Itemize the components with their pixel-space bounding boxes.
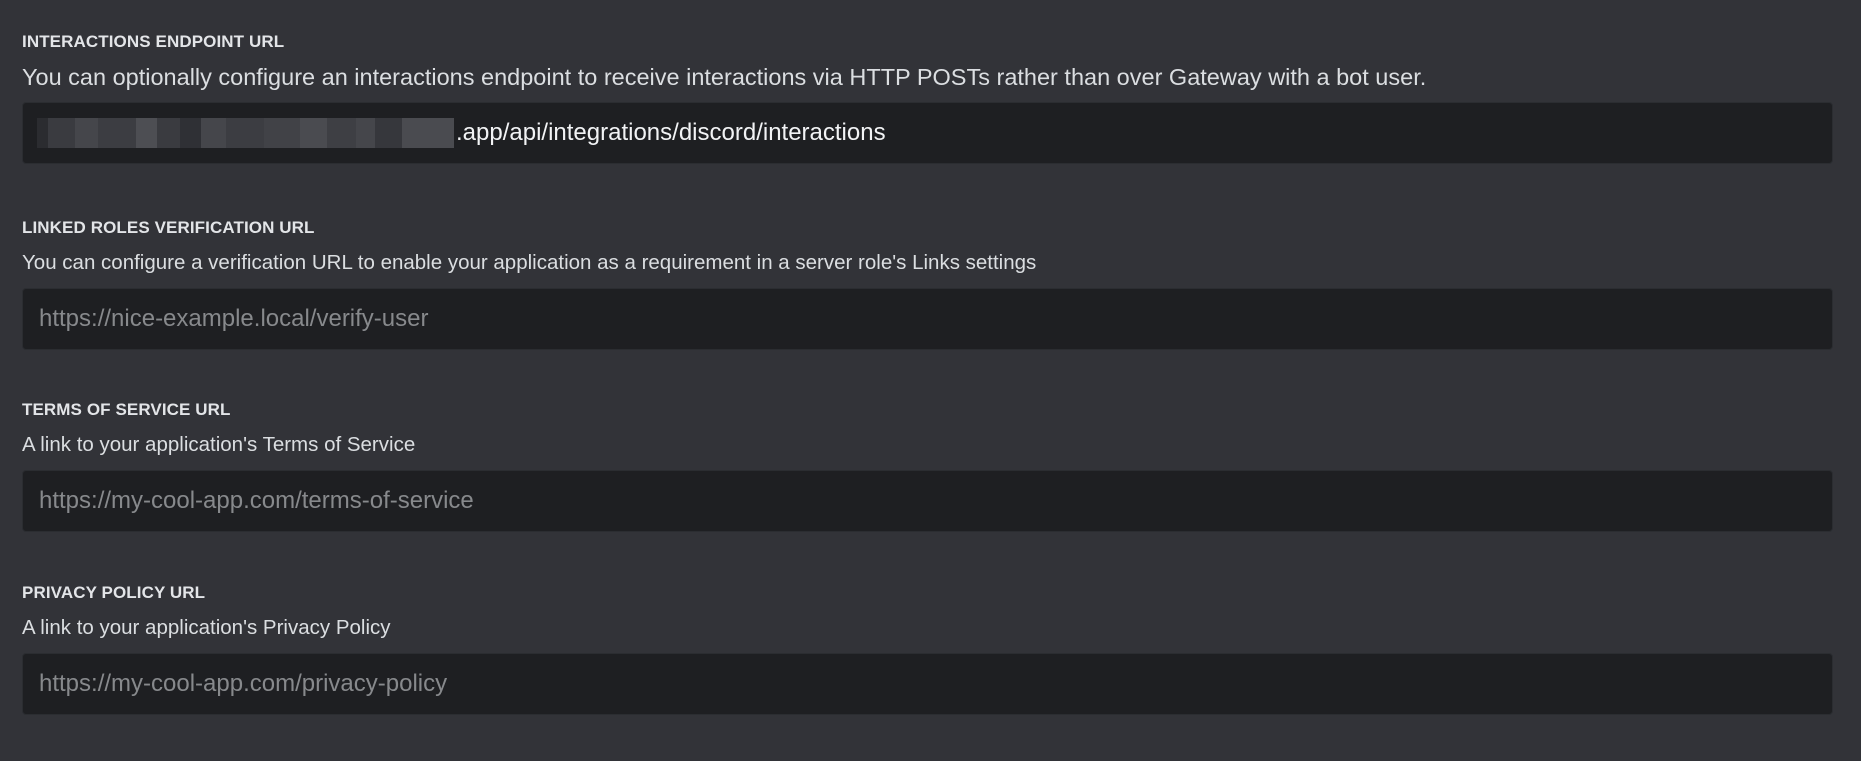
interactions-endpoint-value: .app/api/integrations/discord/interactio… bbox=[456, 119, 886, 146]
linked-roles-description: You can configure a verification URL to … bbox=[22, 251, 1037, 274]
privacy-policy-input[interactable] bbox=[39, 670, 1816, 698]
interactions-endpoint-description: You can optionally configure an interact… bbox=[22, 64, 1427, 90]
terms-of-service-input[interactable] bbox=[39, 487, 1816, 515]
linked-roles-label: LINKED ROLES VERIFICATION URL bbox=[22, 218, 315, 237]
terms-of-service-description: A link to your application's Terms of Se… bbox=[22, 433, 416, 456]
redacted-url-prefix bbox=[37, 118, 455, 148]
privacy-policy-section: PRIVACY POLICY URL A link to your applic… bbox=[22, 583, 1833, 715]
interactions-endpoint-section: INTERACTIONS ENDPOINT URL You can option… bbox=[22, 32, 1833, 164]
privacy-policy-label: PRIVACY POLICY URL bbox=[22, 583, 206, 602]
linked-roles-input-field[interactable] bbox=[22, 288, 1833, 350]
terms-of-service-section: TERMS OF SERVICE URL A link to your appl… bbox=[22, 400, 1833, 532]
linked-roles-section: LINKED ROLES VERIFICATION URL You can co… bbox=[22, 218, 1833, 350]
privacy-policy-input-field[interactable] bbox=[22, 653, 1833, 715]
terms-of-service-label: TERMS OF SERVICE URL bbox=[22, 400, 231, 419]
interactions-endpoint-input[interactable]: .app/api/integrations/discord/interactio… bbox=[22, 102, 1833, 164]
privacy-policy-description: A link to your application's Privacy Pol… bbox=[22, 616, 391, 639]
terms-of-service-input-field[interactable] bbox=[22, 470, 1833, 532]
linked-roles-input[interactable] bbox=[39, 305, 1816, 333]
interactions-endpoint-label: INTERACTIONS ENDPOINT URL bbox=[22, 32, 285, 51]
